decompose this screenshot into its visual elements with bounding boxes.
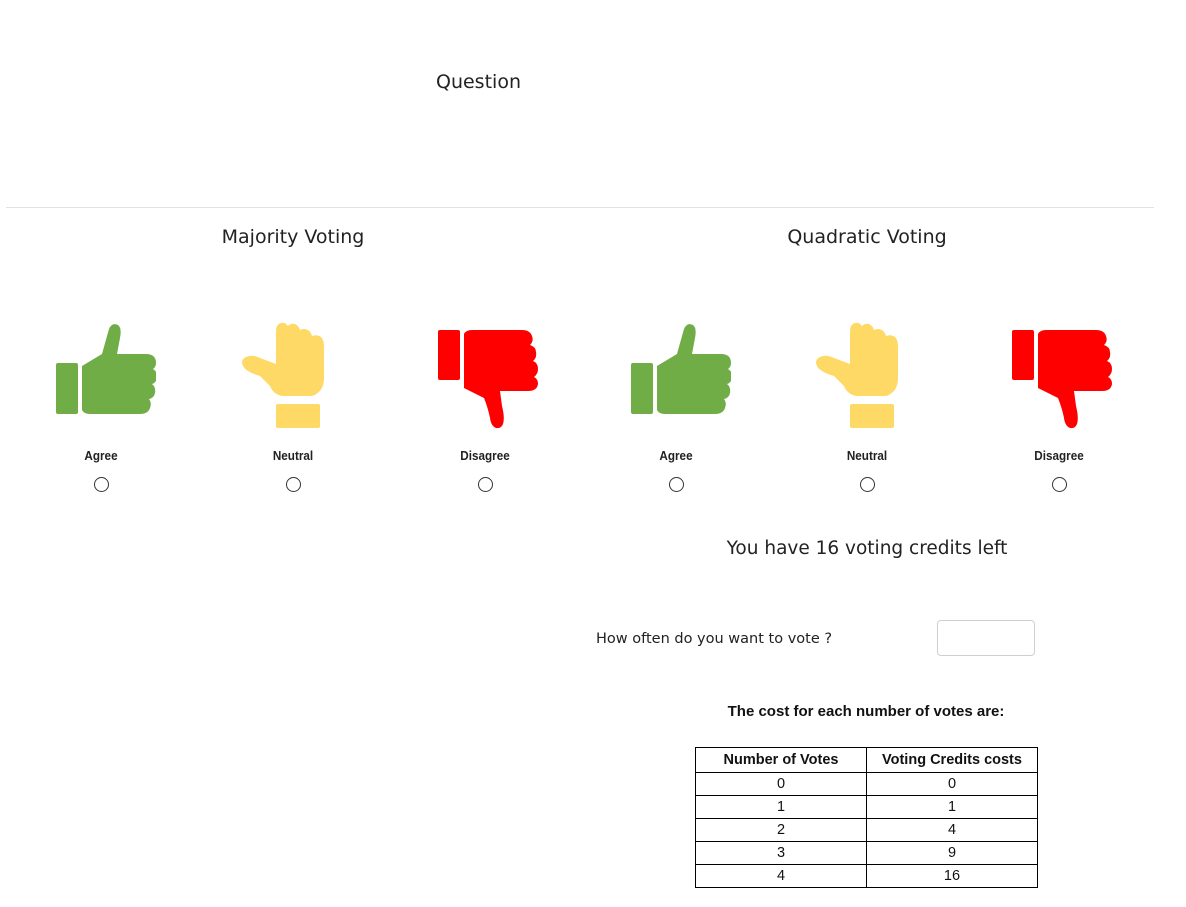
table-row: 2 4 (695, 818, 1038, 842)
majority-option-neutral: Neutral (233, 320, 353, 492)
column-header-credits: Voting Credits costs (866, 747, 1038, 773)
votes-cell: 2 (695, 818, 867, 842)
votes-cell: 4 (695, 864, 867, 888)
quadratic-option-neutral: Neutral (807, 320, 927, 492)
quadratic-option-agree: Agree (616, 320, 736, 492)
cost-table: Number of Votes Voting Credits costs 0 0… (695, 747, 1038, 888)
majority-agree-label: Agree (84, 448, 118, 463)
thumb-sideways-icon (238, 320, 348, 432)
cost-table-heading: The cost for each number of votes are: (727, 703, 1005, 720)
thumb-sideways-icon (812, 320, 922, 432)
credits-cell: 9 (866, 841, 1038, 865)
credits-cell: 1 (866, 795, 1038, 819)
majority-disagree-label: Disagree (460, 448, 510, 463)
quadratic-option-disagree: Disagree (999, 320, 1119, 492)
quadratic-neutral-radio[interactable] (859, 477, 875, 492)
question-title: Question (436, 71, 521, 93)
thumbs-down-icon (1004, 320, 1114, 432)
table-row: 0 0 (695, 772, 1038, 796)
votes-cell: 3 (695, 841, 867, 865)
quadratic-neutral-label: Neutral (846, 448, 888, 463)
table-row: 1 1 (695, 795, 1038, 819)
credits-cell: 4 (866, 818, 1038, 842)
thumbs-up-icon (46, 320, 156, 432)
majority-option-agree: Agree (41, 320, 161, 492)
votes-cell: 0 (695, 772, 867, 796)
quadratic-disagree-label: Disagree (1034, 448, 1084, 463)
column-header-votes: Number of Votes (695, 747, 867, 773)
table-row: 4 16 (695, 864, 1038, 888)
table-row: 3 9 (695, 841, 1038, 865)
quadratic-disagree-radio[interactable] (1051, 477, 1067, 492)
quadratic-voting-title: Quadratic Voting (787, 226, 947, 248)
majority-agree-radio[interactable] (93, 477, 109, 492)
vote-count-input[interactable] (937, 620, 1035, 656)
votes-cell: 1 (695, 795, 867, 819)
majority-neutral-radio[interactable] (285, 477, 301, 492)
table-header-row: Number of Votes Voting Credits costs (695, 747, 1038, 773)
majority-neutral-label: Neutral (272, 448, 314, 463)
vote-count-label: How often do you want to vote ? (596, 631, 833, 647)
majority-option-disagree: Disagree (425, 320, 545, 492)
majority-voting-title: Majority Voting (221, 226, 365, 248)
credits-cell: 0 (866, 772, 1038, 796)
credits-cell: 16 (866, 864, 1038, 888)
thumbs-up-icon (621, 320, 731, 432)
credits-remaining: You have 16 voting credits left (726, 538, 1008, 559)
quadratic-agree-label: Agree (659, 448, 693, 463)
majority-disagree-radio[interactable] (477, 477, 493, 492)
thumbs-down-icon (430, 320, 540, 432)
section-divider (6, 207, 1154, 208)
quadratic-agree-radio[interactable] (668, 477, 684, 492)
